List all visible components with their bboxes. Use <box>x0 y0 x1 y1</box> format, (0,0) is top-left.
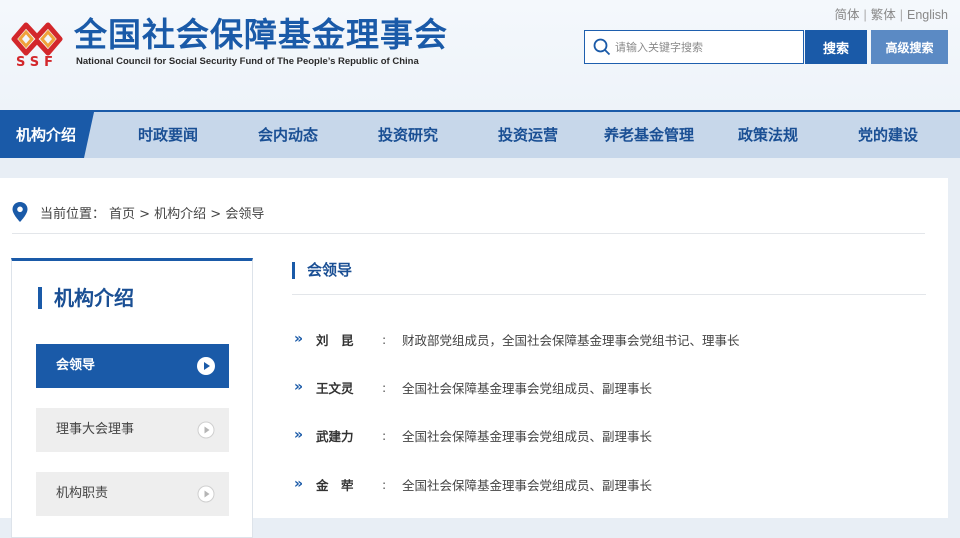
nav-item-council-news[interactable]: 会内动态 <box>258 112 318 158</box>
list-item: » 刘 昆 : 财政部党组成员，全国社会保障基金理事会党组书记、理事长 <box>294 329 740 349</box>
lang-traditional[interactable]: 繁体 <box>871 8 896 22</box>
play-arrow-icon <box>197 421 215 439</box>
leader-role: 全国社会保障基金理事会党组成员、副理事长 <box>402 380 653 396</box>
site-title[interactable]: 全国社会保障基金理事会 <box>74 8 448 56</box>
leader-name[interactable]: 金 荦 <box>316 475 382 494</box>
double-chevron-icon: » <box>294 331 304 347</box>
double-chevron-icon: » <box>294 476 304 492</box>
leader-name[interactable]: 刘 昆 <box>316 330 382 349</box>
sidebar-item-leaders[interactable]: 会领导 <box>36 344 229 388</box>
play-arrow-icon <box>197 357 215 375</box>
play-arrow-icon <box>197 485 215 503</box>
list-item: » 王文灵 : 全国社会保障基金理事会党组成员、副理事长 <box>294 377 652 397</box>
list-item: » 金 荦 : 全国社会保障基金理事会党组成员、副理事长 <box>294 474 652 494</box>
divider: | <box>899 8 903 22</box>
leader-role: 全国社会保障基金理事会党组成员、副理事长 <box>402 428 653 444</box>
divider <box>12 233 925 234</box>
main-content: 当前位置： 首页 > 机构介绍 > 会领导 机构介绍 会领导 理事大会理事 机构… <box>0 178 948 538</box>
leader-role: 财政部党组成员，全国社会保障基金理事会党组书记、理事长 <box>402 332 740 348</box>
nav-item-institution[interactable]: 机构介绍 <box>0 112 94 158</box>
divider: | <box>863 8 867 22</box>
leader-name[interactable]: 王文灵 <box>316 378 382 397</box>
separator: : <box>382 476 387 492</box>
lang-english[interactable]: English <box>907 8 948 22</box>
advanced-search-button[interactable]: 高级搜索 <box>871 30 948 64</box>
lang-simplified[interactable]: 简体 <box>834 8 859 22</box>
site-subtitle: National Council for Social Security Fun… <box>76 56 419 67</box>
double-chevron-icon: » <box>294 379 304 395</box>
section-title: 会领导 <box>292 262 352 279</box>
main-nav: 机构介绍 时政要闻 会内动态 投资研究 投资运营 养老基金管理 政策法规 党的建… <box>0 110 960 158</box>
divider <box>292 294 926 295</box>
logo-text: SSF <box>15 55 59 70</box>
nav-item-policy-regulation[interactable]: 政策法规 <box>738 112 798 158</box>
search-icon <box>593 38 611 56</box>
nav-item-investment-operation[interactable]: 投资运营 <box>498 112 558 158</box>
leader-name[interactable]: 武建力 <box>316 426 382 445</box>
sidebar: 机构介绍 会领导 理事大会理事 机构职责 <box>11 258 253 538</box>
breadcrumb: 当前位置： 首页 > 机构介绍 > 会领导 <box>12 202 264 222</box>
nav-item-party-building[interactable]: 党的建设 <box>858 112 918 158</box>
sidebar-item-label: 会领导 <box>56 358 96 373</box>
search-button[interactable]: 搜索 <box>805 30 867 64</box>
sidebar-item-responsibilities[interactable]: 机构职责 <box>36 472 229 516</box>
site-header: SSF 全国社会保障基金理事会 National Council for Soc… <box>0 0 960 110</box>
double-chevron-icon: » <box>294 427 304 443</box>
search-input[interactable] <box>615 31 795 63</box>
location-pin-icon <box>12 202 28 222</box>
sidebar-item-label: 理事大会理事 <box>56 422 135 437</box>
nav-item-pension-management[interactable]: 养老基金管理 <box>604 112 694 158</box>
separator: : <box>382 331 387 347</box>
sidebar-item-label: 机构职责 <box>56 486 109 501</box>
search-box <box>584 30 804 64</box>
language-switcher: 简体 | 繁体 | English <box>834 4 948 23</box>
leader-role: 全国社会保障基金理事会党组成员、副理事长 <box>402 477 653 493</box>
breadcrumb-path[interactable]: 首页 > 机构介绍 > 会领导 <box>109 203 264 222</box>
separator: : <box>382 379 387 395</box>
sidebar-title: 机构介绍 <box>38 287 134 309</box>
nav-item-political-news[interactable]: 时政要闻 <box>138 112 198 158</box>
separator: : <box>382 427 387 443</box>
nav-item-investment-research[interactable]: 投资研究 <box>378 112 438 158</box>
list-item: » 武建力 : 全国社会保障基金理事会党组成员、副理事长 <box>294 425 652 445</box>
breadcrumb-prefix: 当前位置： <box>40 206 106 222</box>
sidebar-item-council-members[interactable]: 理事大会理事 <box>36 408 229 452</box>
